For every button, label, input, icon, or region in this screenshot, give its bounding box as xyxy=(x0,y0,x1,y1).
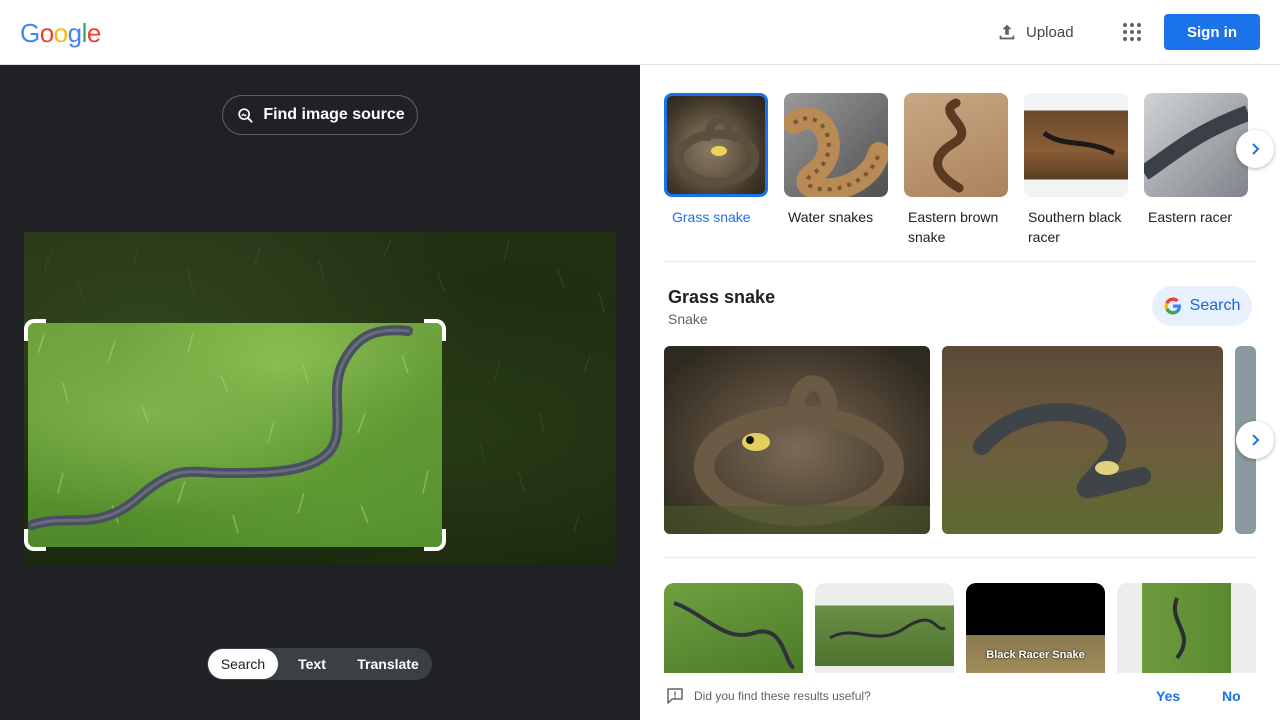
related-chip-eastern-racer[interactable]: Eastern racer xyxy=(1144,93,1248,247)
related-searches-carousel: Grass snake Water snakes Eastern brown s… xyxy=(664,93,1248,247)
apps-grid-button[interactable] xyxy=(1116,16,1148,48)
logo-letter: e xyxy=(86,18,101,48)
chips-next-button[interactable] xyxy=(1236,130,1274,168)
crop-handle-top-right[interactable] xyxy=(424,319,446,341)
feedback-no-button[interactable]: No xyxy=(1222,688,1241,704)
chip-label: Eastern brown snake xyxy=(908,209,999,245)
query-image-panel: Find image source Search Text Translate xyxy=(0,65,640,720)
crop-handle-top-left[interactable] xyxy=(24,319,46,341)
chip-thumbnail xyxy=(904,93,1008,197)
image-search-icon xyxy=(238,108,253,123)
chip-thumbnail xyxy=(664,93,768,197)
chip-thumbnail xyxy=(784,93,888,197)
snake-in-grass xyxy=(28,325,429,534)
section-divider xyxy=(664,557,1256,558)
logo-letter: o xyxy=(39,18,54,48)
logo-letter: g xyxy=(67,18,82,48)
logo-letter: o xyxy=(53,18,68,48)
thumb-caption: Black Racer Snake xyxy=(986,649,1085,661)
visual-match-result[interactable] xyxy=(1117,583,1256,673)
chip-label: Southern black racer xyxy=(1028,209,1122,245)
chip-label: Grass snake xyxy=(672,209,751,225)
knowledge-image[interactable] xyxy=(942,346,1223,534)
related-chip-grass-snake[interactable]: Grass snake xyxy=(664,93,768,247)
knowledge-subtitle: Snake xyxy=(668,311,708,327)
knowledge-image[interactable] xyxy=(664,346,930,534)
feedback-yes-button[interactable]: Yes xyxy=(1156,688,1180,704)
chevron-right-icon xyxy=(1252,434,1260,446)
feedback-question: Did you find these results useful? xyxy=(694,689,871,703)
visual-match-result[interactable] xyxy=(815,583,954,673)
google-search-button[interactable]: Search xyxy=(1152,286,1252,326)
upload-button[interactable]: Upload xyxy=(990,16,1080,48)
find-image-source-button[interactable]: Find image source xyxy=(222,95,418,135)
google-g-icon xyxy=(1164,297,1181,315)
chip-label: Eastern racer xyxy=(1148,209,1233,225)
images-next-button[interactable] xyxy=(1236,421,1274,459)
feedback-bar: Did you find these results useful? Yes N… xyxy=(640,675,1280,720)
search-button-label: Search xyxy=(1189,297,1241,314)
sign-in-button[interactable]: Sign in xyxy=(1164,14,1260,50)
upload-icon xyxy=(999,24,1015,40)
apps-grid-icon xyxy=(1123,23,1141,41)
selected-crop-region[interactable] xyxy=(28,323,442,547)
mode-switcher: Search Text Translate xyxy=(207,648,432,680)
related-chip-eastern-brown-snake[interactable]: Eastern brown snake xyxy=(904,93,1008,247)
chevron-right-icon xyxy=(1252,143,1260,155)
visual-match-result[interactable]: Black Racer Snake xyxy=(966,583,1105,673)
tab-translate[interactable]: Translate xyxy=(346,649,430,679)
feedback-icon xyxy=(667,688,683,704)
section-divider xyxy=(664,261,1256,262)
crop-handle-bottom-right[interactable] xyxy=(424,529,446,551)
results-panel: Grass snake Water snakes Eastern brown s… xyxy=(640,65,1280,720)
related-chip-water-snakes[interactable]: Water snakes xyxy=(784,93,888,247)
related-chip-southern-black-racer[interactable]: Southern black racer xyxy=(1024,93,1128,247)
google-logo[interactable]: Google xyxy=(20,18,101,49)
tab-search[interactable]: Search xyxy=(208,649,278,679)
chip-thumbnail xyxy=(1144,93,1248,197)
knowledge-title: Grass snake xyxy=(668,287,776,307)
upload-label: Upload xyxy=(1026,23,1074,41)
logo-letter: G xyxy=(20,18,40,48)
visual-match-result[interactable] xyxy=(664,583,803,673)
crop-handle-bottom-left[interactable] xyxy=(24,529,46,551)
chip-label: Water snakes xyxy=(788,209,874,225)
chip-thumbnail xyxy=(1024,93,1128,197)
tab-text[interactable]: Text xyxy=(278,649,346,679)
top-header: Google Upload Sign in xyxy=(0,0,1280,65)
find-image-source-label: Find image source xyxy=(263,106,405,123)
